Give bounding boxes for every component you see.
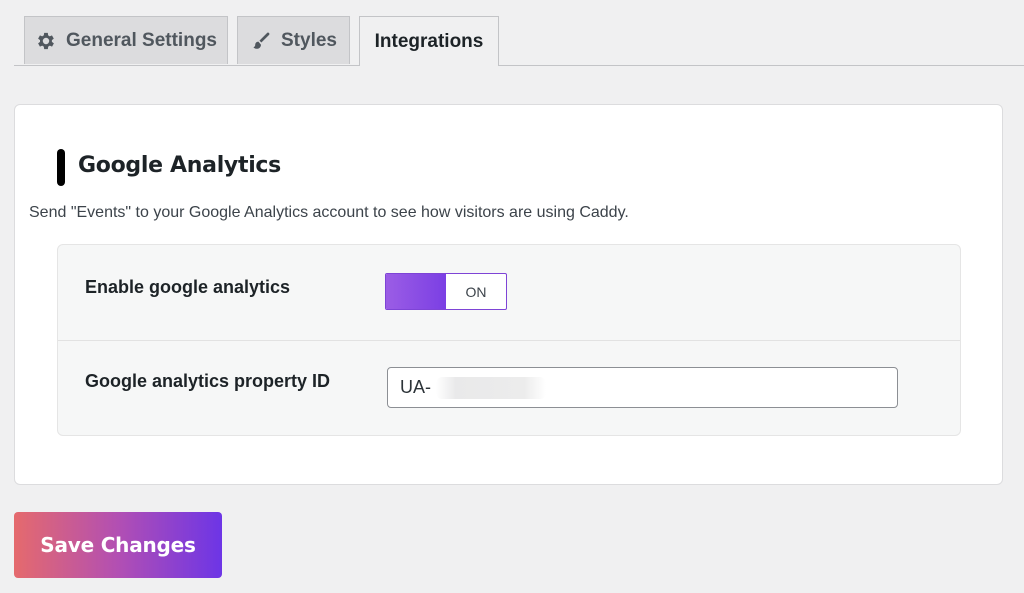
- tab-general-settings[interactable]: General Settings: [24, 16, 228, 64]
- property-id-input[interactable]: [387, 367, 898, 408]
- tab-styles-label: Styles: [281, 29, 337, 51]
- tabs-divider: [14, 65, 1024, 66]
- settings-tabs: General Settings Styles Integrations: [0, 0, 1024, 66]
- toggle-state-text: ON: [465, 283, 487, 300]
- toggle-knob: [386, 274, 446, 309]
- enable-analytics-toggle[interactable]: ON: [385, 273, 507, 310]
- row-divider: [58, 340, 960, 341]
- gear-icon: [35, 30, 57, 52]
- tab-integrations[interactable]: Integrations: [359, 16, 499, 66]
- section-title: Google Analytics: [78, 153, 281, 178]
- save-changes-button[interactable]: Save Changes: [14, 512, 222, 578]
- tab-general-settings-label: General Settings: [66, 29, 217, 51]
- tab-integrations-label: Integrations: [374, 30, 484, 52]
- property-id-label: Google analytics property ID: [85, 371, 331, 391]
- enable-analytics-label: Enable google analytics: [85, 277, 291, 297]
- integrations-card: Google Analytics Send "Events" to your G…: [14, 104, 1003, 485]
- settings-table: Enable google analytics ON Google analyt…: [57, 244, 961, 436]
- tab-styles[interactable]: Styles: [237, 16, 350, 64]
- section-accent-bar: [57, 149, 65, 186]
- section-description: Send "Events" to your Google Analytics a…: [29, 204, 629, 221]
- paintbrush-icon: [250, 30, 272, 52]
